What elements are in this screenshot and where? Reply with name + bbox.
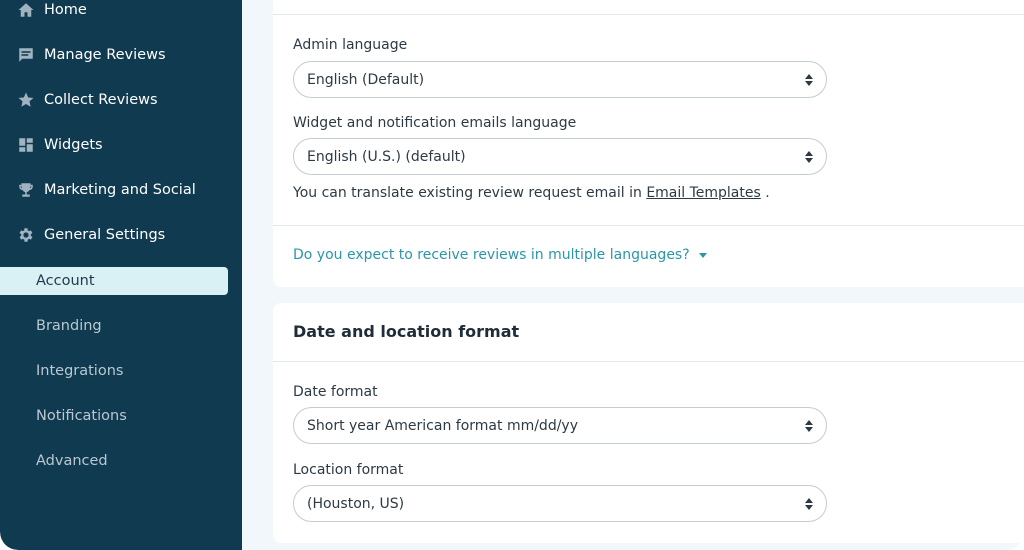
sidebar-subitem-label: Integrations: [36, 363, 124, 379]
home-icon: [17, 1, 35, 19]
date-format-value: Short year American format mm/dd/yy: [307, 417, 578, 434]
card-divider: [273, 225, 1024, 226]
sidebar-subitem-branding[interactable]: Branding: [0, 312, 228, 340]
sidebar-subitem-integrations[interactable]: Integrations: [0, 357, 228, 385]
email-templates-link[interactable]: Email Templates: [646, 185, 760, 201]
helper-end: .: [765, 185, 770, 201]
sidebar-item-label: General Settings: [44, 227, 166, 243]
admin-language-value: English (Default): [307, 71, 425, 88]
sidebar-item-label: Collect Reviews: [44, 92, 158, 108]
sidebar-subitem-label: Branding: [36, 318, 102, 334]
multiple-languages-toggle[interactable]: Do you expect to receive reviews in mult…: [293, 247, 707, 263]
location-format-select[interactable]: (Houston, US): [293, 485, 827, 522]
card-divider: [273, 361, 1024, 362]
select-caret-icon: [805, 150, 813, 164]
sidebar-item-label: Widgets: [44, 137, 103, 153]
select-caret-icon: [805, 497, 813, 511]
sidebar-item-manage-reviews[interactable]: Manage Reviews: [0, 40, 242, 70]
card-divider: [273, 14, 1024, 15]
location-format-value: (Houston, US): [307, 495, 405, 512]
select-caret-icon: [805, 419, 813, 433]
date-format-select[interactable]: Short year American format mm/dd/yy: [293, 407, 827, 444]
sidebar-subitem-label: Advanced: [36, 453, 108, 469]
star-icon: [17, 91, 35, 109]
sidebar-subitem-notifications[interactable]: Notifications: [0, 402, 228, 430]
widget-language-label: Widget and notification emails language: [293, 115, 577, 131]
sidebar-item-label: Manage Reviews: [44, 47, 166, 63]
sidebar-item-general-settings[interactable]: General Settings: [0, 220, 242, 250]
widgets-icon: [17, 136, 35, 154]
admin-language-select[interactable]: English (Default): [293, 61, 827, 98]
sidebar-item-label: Home: [44, 2, 87, 18]
multiple-languages-question: Do you expect to receive reviews in mult…: [293, 247, 690, 263]
date-format-label: Date format: [293, 384, 378, 400]
language-settings-card: Admin language English (Default) Widget …: [273, 0, 1024, 287]
sidebar-item-marketing[interactable]: Marketing and Social: [0, 175, 242, 205]
sidebar-item-widgets[interactable]: Widgets: [0, 130, 242, 160]
trophy-icon: [17, 181, 35, 199]
location-format-label: Location format: [293, 462, 404, 478]
sidebar-item-home[interactable]: Home: [0, 0, 242, 25]
sidebar-subitem-account[interactable]: Account: [0, 267, 228, 295]
translation-helper-text: You can translate existing review reques…: [293, 185, 770, 201]
admin-language-label: Admin language: [293, 37, 408, 53]
card-title: Date and location format: [293, 322, 520, 341]
sidebar-item-collect-reviews[interactable]: Collect Reviews: [0, 85, 242, 115]
message-icon: [17, 46, 35, 64]
sidebar-subitem-label: Notifications: [36, 408, 127, 424]
app-frame: Home Manage Reviews Collect Reviews Widg…: [0, 0, 1024, 550]
widget-language-value: English (U.S.) (default): [307, 148, 466, 165]
widget-language-select[interactable]: English (U.S.) (default): [293, 138, 827, 175]
caret-down-icon: [698, 252, 707, 258]
helper-text: You can translate existing review reques…: [293, 185, 642, 201]
select-caret-icon: [805, 73, 813, 87]
date-location-card: Date and location format Date format Sho…: [273, 303, 1024, 543]
sidebar: Home Manage Reviews Collect Reviews Widg…: [0, 0, 242, 550]
gear-icon: [17, 226, 35, 244]
sidebar-subitem-advanced[interactable]: Advanced: [0, 447, 228, 475]
sidebar-item-label: Marketing and Social: [44, 182, 196, 198]
sidebar-subitem-label: Account: [36, 273, 95, 289]
